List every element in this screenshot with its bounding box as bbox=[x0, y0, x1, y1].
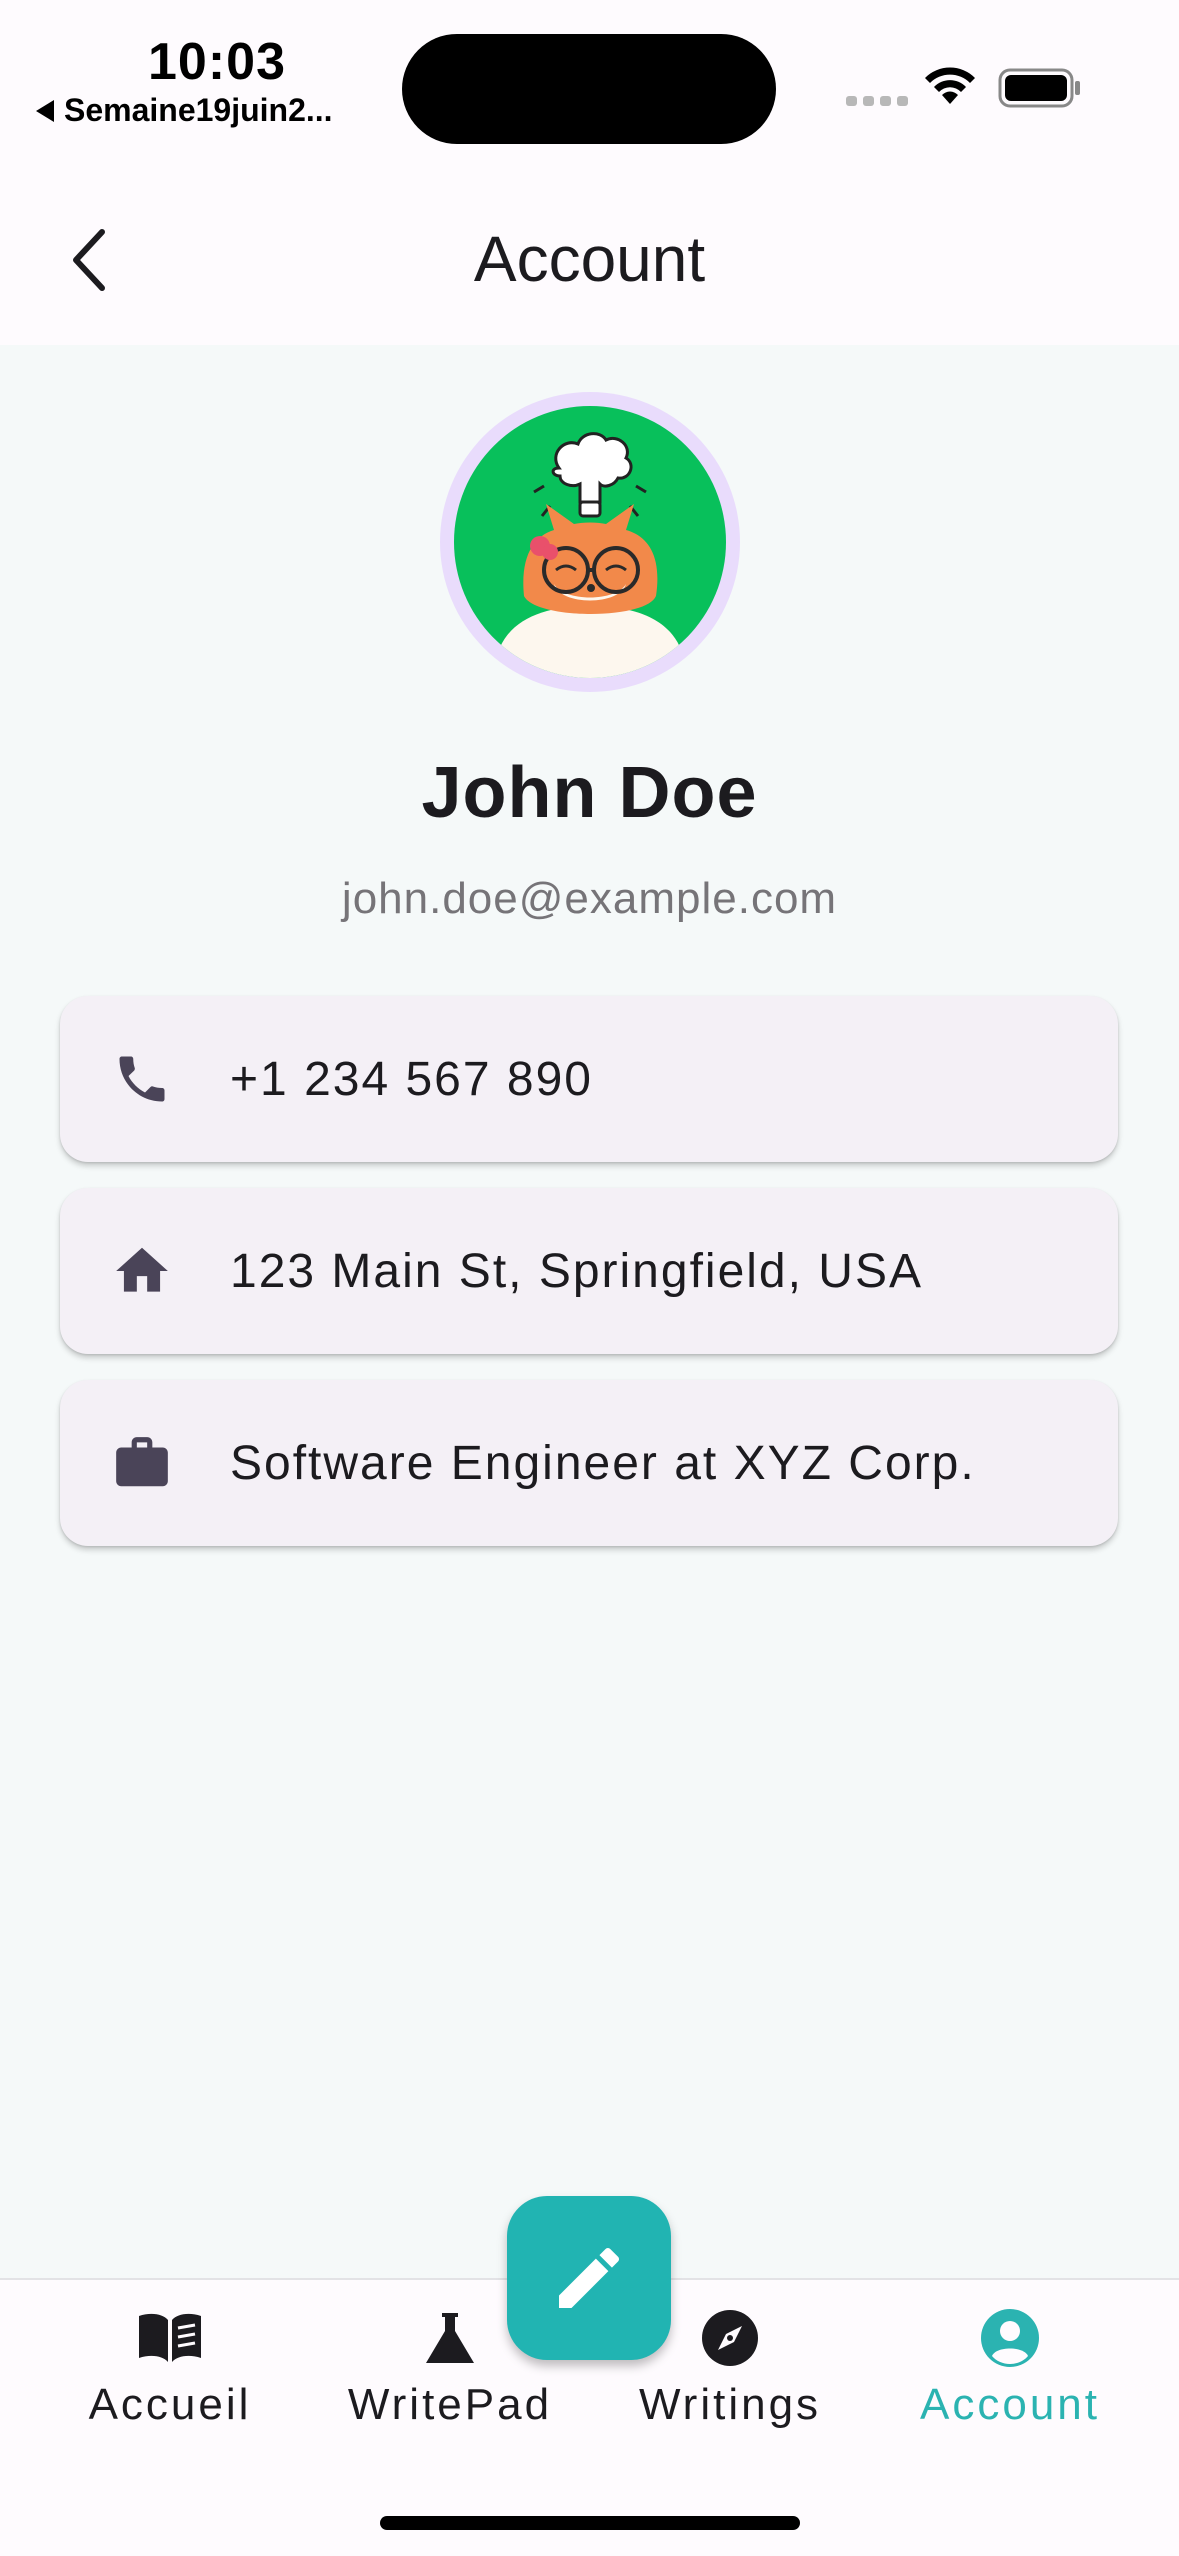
job-card[interactable]: Software Engineer at XYZ Corp. bbox=[60, 1380, 1118, 1546]
job-text: Software Engineer at XYZ Corp. bbox=[230, 1436, 976, 1490]
cellular-signal-icon bbox=[846, 96, 908, 106]
page-title: Account bbox=[473, 223, 706, 295]
nav-label-accueil: Accueil bbox=[88, 2380, 252, 2429]
nav-item-accueil[interactable]: Accueil bbox=[60, 2306, 280, 2430]
phone-text: +1 234 567 890 bbox=[230, 1052, 593, 1106]
wifi-icon bbox=[925, 67, 975, 104]
status-back-label: Semaine19juin2... bbox=[64, 92, 333, 128]
home-icon bbox=[110, 1239, 174, 1303]
nav-label-writepad: WritePad bbox=[347, 2380, 553, 2429]
battery-icon bbox=[998, 68, 1080, 108]
pencil-icon bbox=[559, 2247, 620, 2308]
phone-icon bbox=[110, 1047, 174, 1111]
status-back-to-app[interactable]: Semaine19juin2... bbox=[36, 92, 333, 129]
back-triangle-icon bbox=[36, 99, 54, 122]
address-card[interactable]: 123 Main St, Springfield, USA bbox=[60, 1188, 1118, 1354]
nav-label-account: Account bbox=[920, 2380, 1100, 2429]
avatar-image bbox=[454, 406, 726, 678]
profile-email: john.doe@example.com bbox=[341, 874, 838, 923]
avatar[interactable] bbox=[440, 392, 740, 692]
status-time: 10:03 bbox=[148, 33, 286, 91]
book-icon bbox=[60, 2306, 280, 2370]
account-circle-icon bbox=[900, 2306, 1120, 2370]
nav-item-account[interactable]: Account bbox=[900, 2306, 1120, 2430]
home-indicator[interactable] bbox=[380, 2516, 800, 2530]
dynamic-island bbox=[402, 34, 776, 144]
briefcase-icon bbox=[110, 1431, 174, 1495]
address-text: 123 Main St, Springfield, USA bbox=[230, 1244, 923, 1298]
nav-label-writings: Writings bbox=[638, 2380, 822, 2429]
write-fab-button[interactable] bbox=[507, 2196, 671, 2360]
phone-card[interactable]: +1 234 567 890 bbox=[60, 996, 1118, 1162]
profile-name: John Doe bbox=[421, 753, 758, 833]
fox-lightbulb-avatar-icon bbox=[494, 432, 686, 678]
